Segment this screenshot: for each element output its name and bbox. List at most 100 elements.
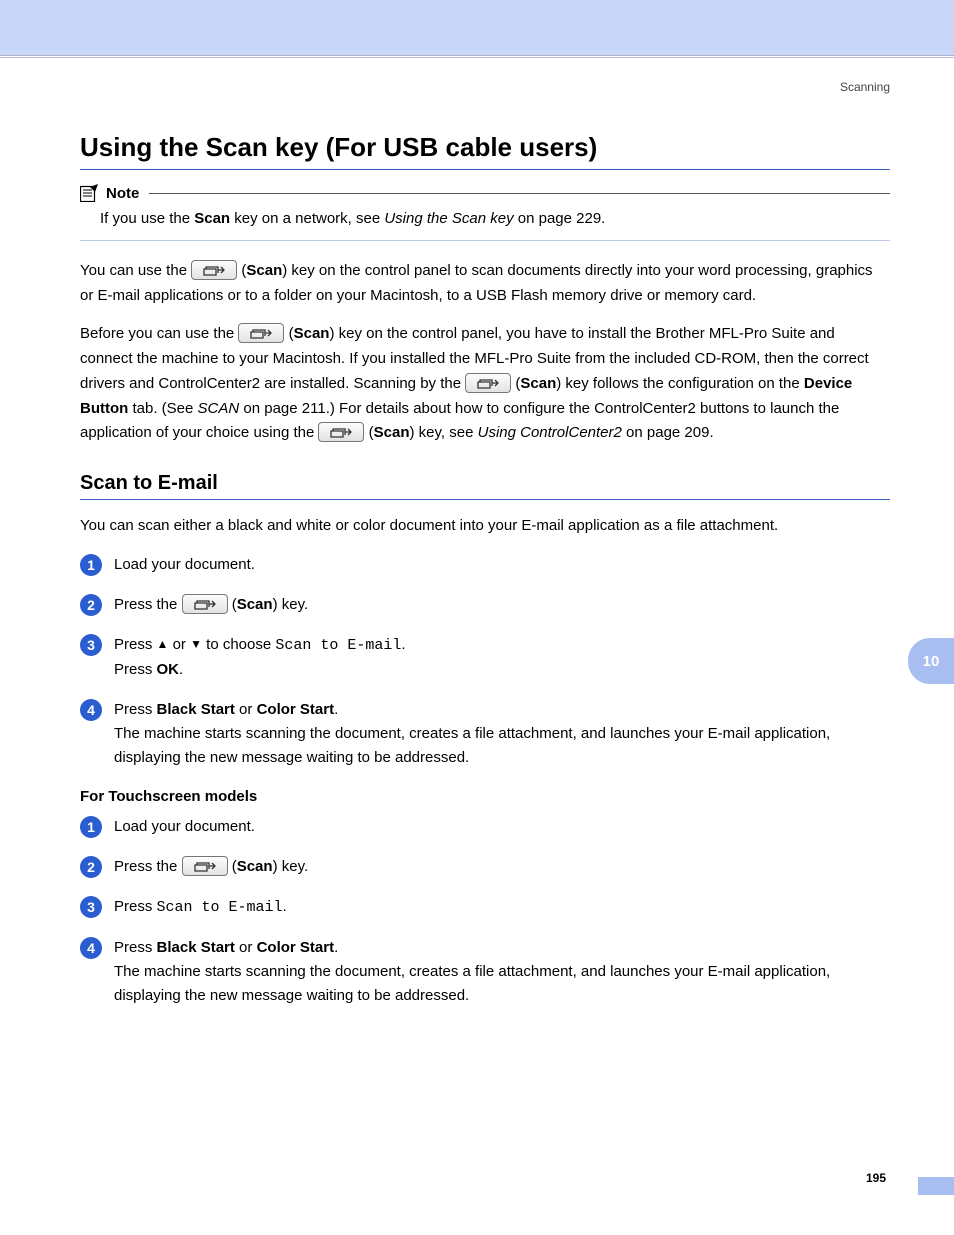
text: .	[334, 701, 338, 718]
steps-list: 1 Load your document. 2 Press the (Scan)…	[80, 553, 890, 770]
scan-key-icon	[318, 422, 364, 442]
text: Press	[114, 939, 157, 956]
text: Press	[114, 701, 157, 718]
text: You can use the	[80, 262, 191, 279]
text: (	[364, 424, 373, 441]
text: If you use the	[100, 210, 194, 227]
scan-key-icon	[191, 260, 237, 280]
step-number-icon: 2	[80, 594, 102, 616]
page-number: 195	[866, 1171, 886, 1185]
text: key on a network, see	[230, 210, 384, 227]
text: .	[179, 661, 183, 678]
text: or	[168, 636, 190, 653]
text: (	[511, 375, 520, 392]
step: 3 Press ▲ or ▼ to choose Scan to E-mail.…	[80, 633, 890, 682]
step-number-icon: 1	[80, 554, 102, 576]
step-number-icon: 4	[80, 937, 102, 959]
text-bold: Scan	[374, 424, 410, 441]
step: 1 Load your document.	[80, 553, 890, 577]
text: Before you can use the	[80, 325, 238, 342]
note-rule	[149, 193, 890, 194]
step-body: Press the (Scan) key.	[114, 855, 890, 879]
down-arrow-icon: ▼	[190, 635, 202, 654]
running-head: Scanning	[80, 80, 890, 94]
step: 2 Press the (Scan) key.	[80, 855, 890, 879]
step-number-icon: 3	[80, 896, 102, 918]
page-content: Scanning Using the Scan key (For USB cab…	[0, 58, 954, 1008]
text: tab. (See	[128, 400, 197, 417]
step: 4 Press Black Start or Color Start. The …	[80, 936, 890, 1008]
text-bold: Color Start	[257, 701, 335, 718]
text: .	[334, 939, 338, 956]
step-number-icon: 2	[80, 856, 102, 878]
text: to choose	[202, 636, 275, 653]
footer-tab	[918, 1177, 954, 1195]
text: Press	[114, 636, 157, 653]
text: on page 209.	[622, 424, 714, 441]
text: .	[401, 636, 405, 653]
text-italic: Using the Scan key	[384, 210, 513, 227]
text-bold: Scan	[194, 210, 230, 227]
text-bold: Scan	[294, 325, 330, 342]
text: (	[228, 596, 237, 613]
chapter-tab: 10	[908, 638, 954, 684]
scan-key-icon	[238, 323, 284, 343]
step-number-icon: 1	[80, 816, 102, 838]
text-bold: Scan	[237, 858, 273, 875]
header-band	[0, 0, 954, 55]
text: The machine starts scanning the document…	[114, 725, 830, 766]
text-bold: Scan	[246, 262, 282, 279]
text-bold: Scan	[237, 596, 273, 613]
text: .	[283, 898, 287, 915]
text: The machine starts scanning the document…	[114, 963, 830, 1004]
scan-key-icon	[465, 373, 511, 393]
sub-heading: For Touchscreen models	[80, 788, 890, 805]
scan-key-icon	[182, 856, 228, 876]
text: (	[228, 858, 237, 875]
step-number-icon: 4	[80, 699, 102, 721]
text: on page 229.	[514, 210, 606, 227]
text: Press	[114, 898, 157, 915]
paragraph: You can scan either a black and white or…	[80, 514, 890, 539]
note-label: Note	[106, 185, 139, 202]
step: 2 Press the (Scan) key.	[80, 593, 890, 617]
step: 3 Press Scan to E-mail.	[80, 895, 890, 920]
text-italic: Using ControlCenter2	[478, 424, 622, 441]
up-arrow-icon: ▲	[157, 635, 169, 654]
paragraph: You can use the (Scan) key on the contro…	[80, 259, 890, 309]
text-bold: OK	[157, 661, 180, 678]
text-bold: Black Start	[157, 701, 235, 718]
text: Press the	[114, 596, 182, 613]
text-mono: Scan to E-mail	[275, 637, 401, 654]
text-bold: Color Start	[257, 939, 335, 956]
page-title: Using the Scan key (For USB cable users)	[80, 132, 890, 170]
paragraph: Before you can use the (Scan) key on the…	[80, 322, 890, 446]
text: ) key, see	[410, 424, 478, 441]
step-body: Press ▲ or ▼ to choose Scan to E-mail. P…	[114, 633, 890, 682]
step-number-icon: 3	[80, 634, 102, 656]
step-body: Press Black Start or Color Start. The ma…	[114, 698, 890, 770]
steps-list: 1 Load your document. 2 Press the (Scan)…	[80, 815, 890, 1008]
step: 4 Press Black Start or Color Start. The …	[80, 698, 890, 770]
text-mono: Scan to E-mail	[157, 899, 283, 916]
text-bold: Scan	[520, 375, 556, 392]
step-body: Press the (Scan) key.	[114, 593, 890, 617]
note-head: Note	[80, 184, 890, 202]
text: (	[284, 325, 293, 342]
step-body: Load your document.	[114, 815, 890, 839]
text: (	[237, 262, 246, 279]
text: Press the	[114, 858, 182, 875]
step: 1 Load your document.	[80, 815, 890, 839]
step-body: Load your document.	[114, 553, 890, 577]
step-body: Press Scan to E-mail.	[114, 895, 890, 920]
text: ) key.	[273, 858, 309, 875]
text: or	[235, 701, 257, 718]
step-body: Press Black Start or Color Start. The ma…	[114, 936, 890, 1008]
section-title: Scan to E-mail	[80, 472, 890, 500]
text: ) key.	[273, 596, 309, 613]
text: or	[235, 939, 257, 956]
scan-key-icon	[182, 594, 228, 614]
text: ) key follows the configuration on the	[556, 375, 804, 392]
note-icon	[80, 184, 100, 202]
note-body: If you use the Scan key on a network, se…	[100, 208, 890, 230]
